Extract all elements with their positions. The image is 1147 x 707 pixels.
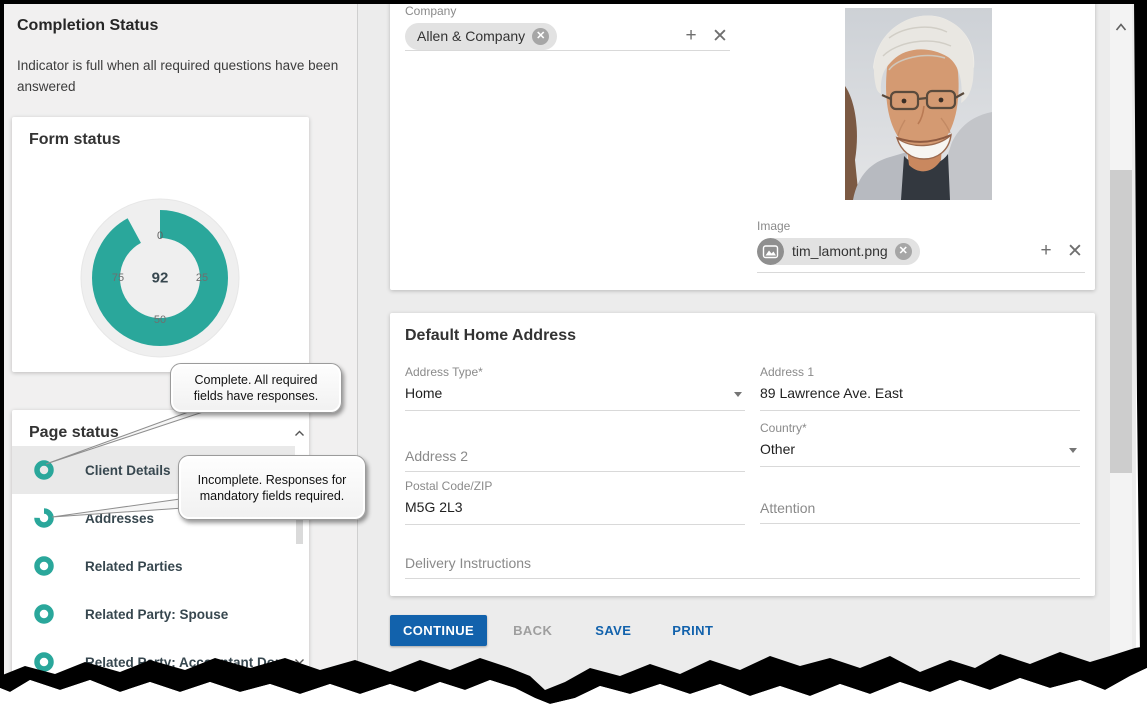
postal-code-field[interactable]: Postal Code/ZIP M5G 2L3 bbox=[405, 479, 745, 525]
address-type-value: Home bbox=[405, 379, 745, 410]
address-type-select[interactable]: Address Type* Home bbox=[405, 365, 745, 411]
image-field[interactable]: Image tim_lamont.png ✕ + ✕ bbox=[757, 219, 1085, 273]
country-value: Other bbox=[760, 435, 1080, 466]
status-incomplete-icon bbox=[34, 508, 54, 528]
postal-code-value: M5G 2L3 bbox=[405, 493, 745, 524]
address-type-label: Address Type* bbox=[405, 365, 745, 379]
scroll-up-icon[interactable] bbox=[1115, 23, 1127, 32]
page-status-item-label: Related Party: Spouse bbox=[85, 607, 228, 622]
chip-remove-icon[interactable]: ✕ bbox=[895, 243, 912, 260]
country-label: Country* bbox=[760, 421, 1080, 435]
page-status-item-related-parties[interactable]: Related Parties bbox=[12, 542, 295, 590]
address-card-title: Default Home Address bbox=[405, 327, 576, 345]
client-details-card: Company Allen & Company ✕ + ✕ bbox=[390, 0, 1095, 290]
page-status-item-label: Client Details bbox=[85, 463, 171, 478]
page-status-item-label: Addresses bbox=[85, 511, 154, 526]
address2-placeholder: Address 2 bbox=[405, 448, 745, 471]
company-label: Company bbox=[405, 4, 730, 18]
add-icon[interactable]: + bbox=[681, 25, 701, 47]
panel-title: Completion Status bbox=[17, 17, 158, 35]
status-complete-icon bbox=[34, 652, 54, 672]
status-complete-icon bbox=[34, 460, 54, 480]
image-chip-text: tim_lamont.png bbox=[792, 243, 888, 259]
clear-icon[interactable]: ✕ bbox=[710, 25, 730, 48]
window-scrollbar[interactable] bbox=[1110, 3, 1132, 697]
form-status-title: Form status bbox=[29, 131, 121, 149]
page-status-item-label: Related Parties bbox=[85, 559, 183, 574]
form-status-card: Form status 0 25 50 75 92 bbox=[12, 117, 309, 372]
print-button[interactable]: PRINT bbox=[666, 622, 719, 639]
form-actions: CONTINUE BACK SAVE PRINT bbox=[390, 615, 719, 646]
address2-field[interactable]: Address 2 bbox=[405, 448, 745, 472]
delivery-instructions-field[interactable]: Delivery Instructions bbox=[405, 555, 1080, 579]
panel-description: Indicator is full when all required ques… bbox=[17, 55, 349, 97]
callout-complete: Complete. All required fields have respo… bbox=[170, 363, 342, 413]
page-status-title: Page status bbox=[29, 424, 119, 442]
chevron-down-icon bbox=[734, 392, 742, 397]
screenshot-root: Completion Status Indicator is full when… bbox=[0, 0, 1147, 707]
scroll-down-icon[interactable] bbox=[294, 658, 305, 665]
address1-label: Address 1 bbox=[760, 365, 1080, 379]
clear-icon[interactable]: ✕ bbox=[1065, 240, 1085, 263]
gauge-tick-75: 75 bbox=[112, 272, 124, 284]
image-label: Image bbox=[757, 219, 1085, 233]
gauge-tick-0: 0 bbox=[157, 230, 163, 242]
delivery-instructions-placeholder: Delivery Instructions bbox=[405, 555, 1080, 578]
image-chip[interactable]: tim_lamont.png ✕ bbox=[757, 238, 920, 265]
page-status-card: Page status Client Details Addresses Rel… bbox=[12, 410, 309, 703]
company-chip-text: Allen & Company bbox=[417, 28, 525, 44]
callout-incomplete: Incomplete. Responses for mandatory fiel… bbox=[178, 455, 366, 520]
client-photo bbox=[845, 8, 992, 200]
default-home-address-card: Default Home Address Address Type* Home … bbox=[390, 313, 1095, 596]
company-field[interactable]: Company Allen & Company ✕ + ✕ bbox=[405, 4, 730, 51]
scrollbar-thumb[interactable] bbox=[1110, 170, 1132, 473]
attention-field[interactable]: Attention bbox=[760, 500, 1080, 524]
back-button[interactable]: BACK bbox=[507, 622, 558, 639]
continue-button[interactable]: CONTINUE bbox=[390, 615, 487, 646]
completion-gauge-chart: 0 25 50 75 92 bbox=[70, 188, 250, 368]
gauge-value: 92 bbox=[152, 270, 169, 287]
gauge-tick-25: 25 bbox=[196, 272, 208, 284]
page-status-item-related-party-spouse[interactable]: Related Party: Spouse bbox=[12, 590, 295, 638]
chip-remove-icon[interactable]: ✕ bbox=[532, 28, 549, 45]
address1-value: 89 Lawrence Ave. East bbox=[760, 379, 1080, 410]
image-thumbnail-icon bbox=[757, 238, 784, 265]
address1-field[interactable]: Address 1 89 Lawrence Ave. East bbox=[760, 365, 1080, 411]
page-status-item-related-party-accountant[interactable]: Related Party: Accountant Don... bbox=[12, 638, 295, 686]
status-complete-icon bbox=[34, 556, 54, 576]
company-chip[interactable]: Allen & Company ✕ bbox=[405, 23, 557, 50]
add-icon[interactable]: + bbox=[1036, 240, 1056, 262]
chevron-down-icon bbox=[1069, 448, 1077, 453]
status-complete-icon bbox=[34, 604, 54, 624]
attention-placeholder: Attention bbox=[760, 500, 1080, 523]
scroll-up-icon[interactable] bbox=[294, 430, 305, 437]
country-select[interactable]: Country* Other bbox=[760, 421, 1080, 467]
postal-code-label: Postal Code/ZIP bbox=[405, 479, 745, 493]
page-status-item-label: Related Party: Accountant Don... bbox=[85, 655, 295, 670]
gauge-tick-50: 50 bbox=[154, 314, 166, 326]
save-button[interactable]: SAVE bbox=[589, 622, 637, 639]
